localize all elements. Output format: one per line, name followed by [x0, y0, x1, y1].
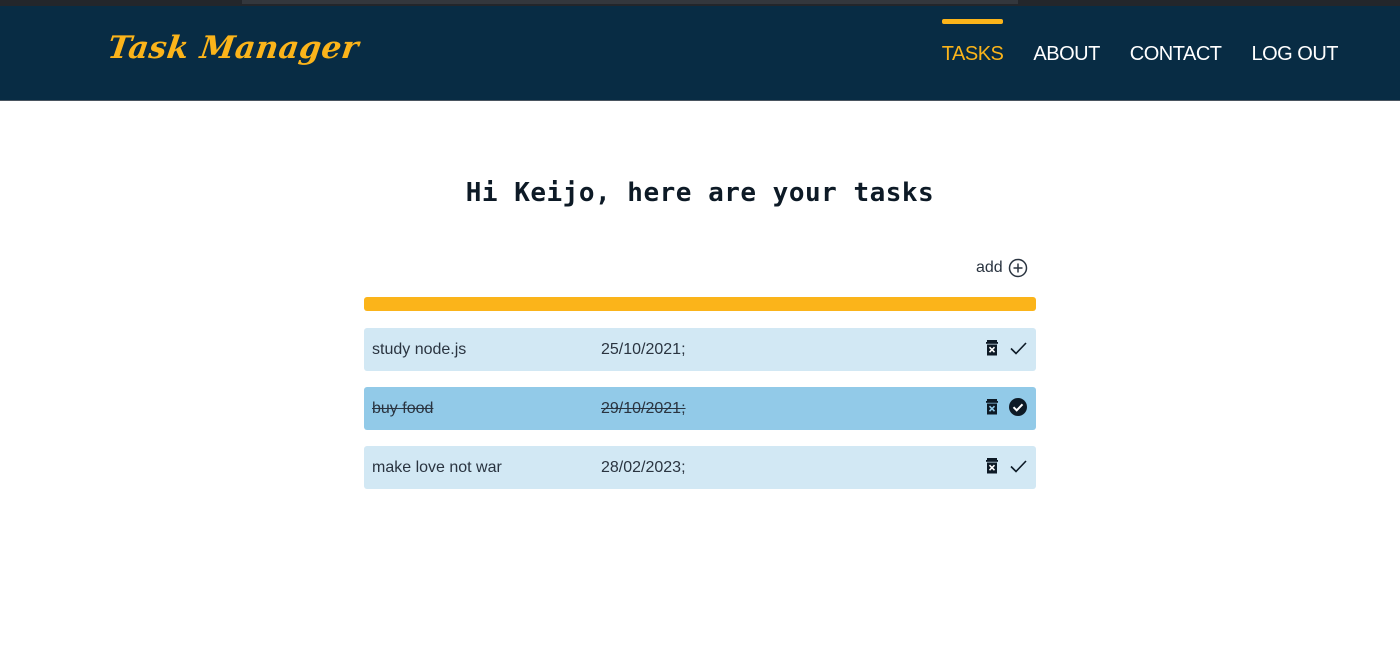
trash-icon[interactable]: [982, 397, 1002, 417]
browser-top-strip-inner: [242, 0, 1018, 4]
nav-item-tasks[interactable]: TASKS: [941, 19, 1004, 66]
check-icon[interactable]: [1008, 456, 1028, 476]
task-date: 25/10/2021;: [601, 340, 686, 358]
tasks-header-bar: [364, 297, 1036, 311]
task-name: buy food: [372, 399, 434, 417]
page-title: Hi Keijo, here are your tasks: [465, 178, 935, 208]
nav-item-about[interactable]: ABOUT: [1033, 41, 1100, 66]
task-name: make love not war: [372, 458, 502, 476]
nav-item-contact[interactable]: CONTACT: [1130, 41, 1222, 66]
task-row: buy food 29/10/2021;: [364, 387, 1036, 430]
nav-item-logout[interactable]: LOG OUT: [1251, 41, 1338, 66]
task-row: make love not war 28/02/2023;: [364, 446, 1036, 489]
navbar: Task Manager TASKS ABOUT CONTACT LOG OUT: [0, 6, 1400, 101]
task-row: study node.js 25/10/2021;: [364, 328, 1036, 371]
main-nav: TASKS ABOUT CONTACT LOG OUT: [941, 6, 1338, 101]
task-name: study node.js: [372, 340, 467, 358]
check-icon[interactable]: [1008, 338, 1028, 358]
add-task-button[interactable]: add: [976, 258, 1028, 278]
task-date: 28/02/2023;: [601, 458, 686, 476]
task-actions: [982, 338, 1028, 358]
task-actions: [982, 397, 1028, 417]
brand-logo[interactable]: Task Manager: [105, 30, 361, 66]
add-task-label: add: [976, 259, 1003, 276]
plus-circle-icon[interactable]: [1008, 258, 1028, 278]
trash-icon[interactable]: [982, 338, 1002, 358]
task-list: study node.js 25/10/2021; buy food 29/10…: [364, 328, 1036, 505]
task-actions: [982, 456, 1028, 476]
check-circle-icon[interactable]: [1008, 397, 1028, 417]
task-date: 29/10/2021;: [601, 399, 686, 417]
trash-icon[interactable]: [982, 456, 1002, 476]
